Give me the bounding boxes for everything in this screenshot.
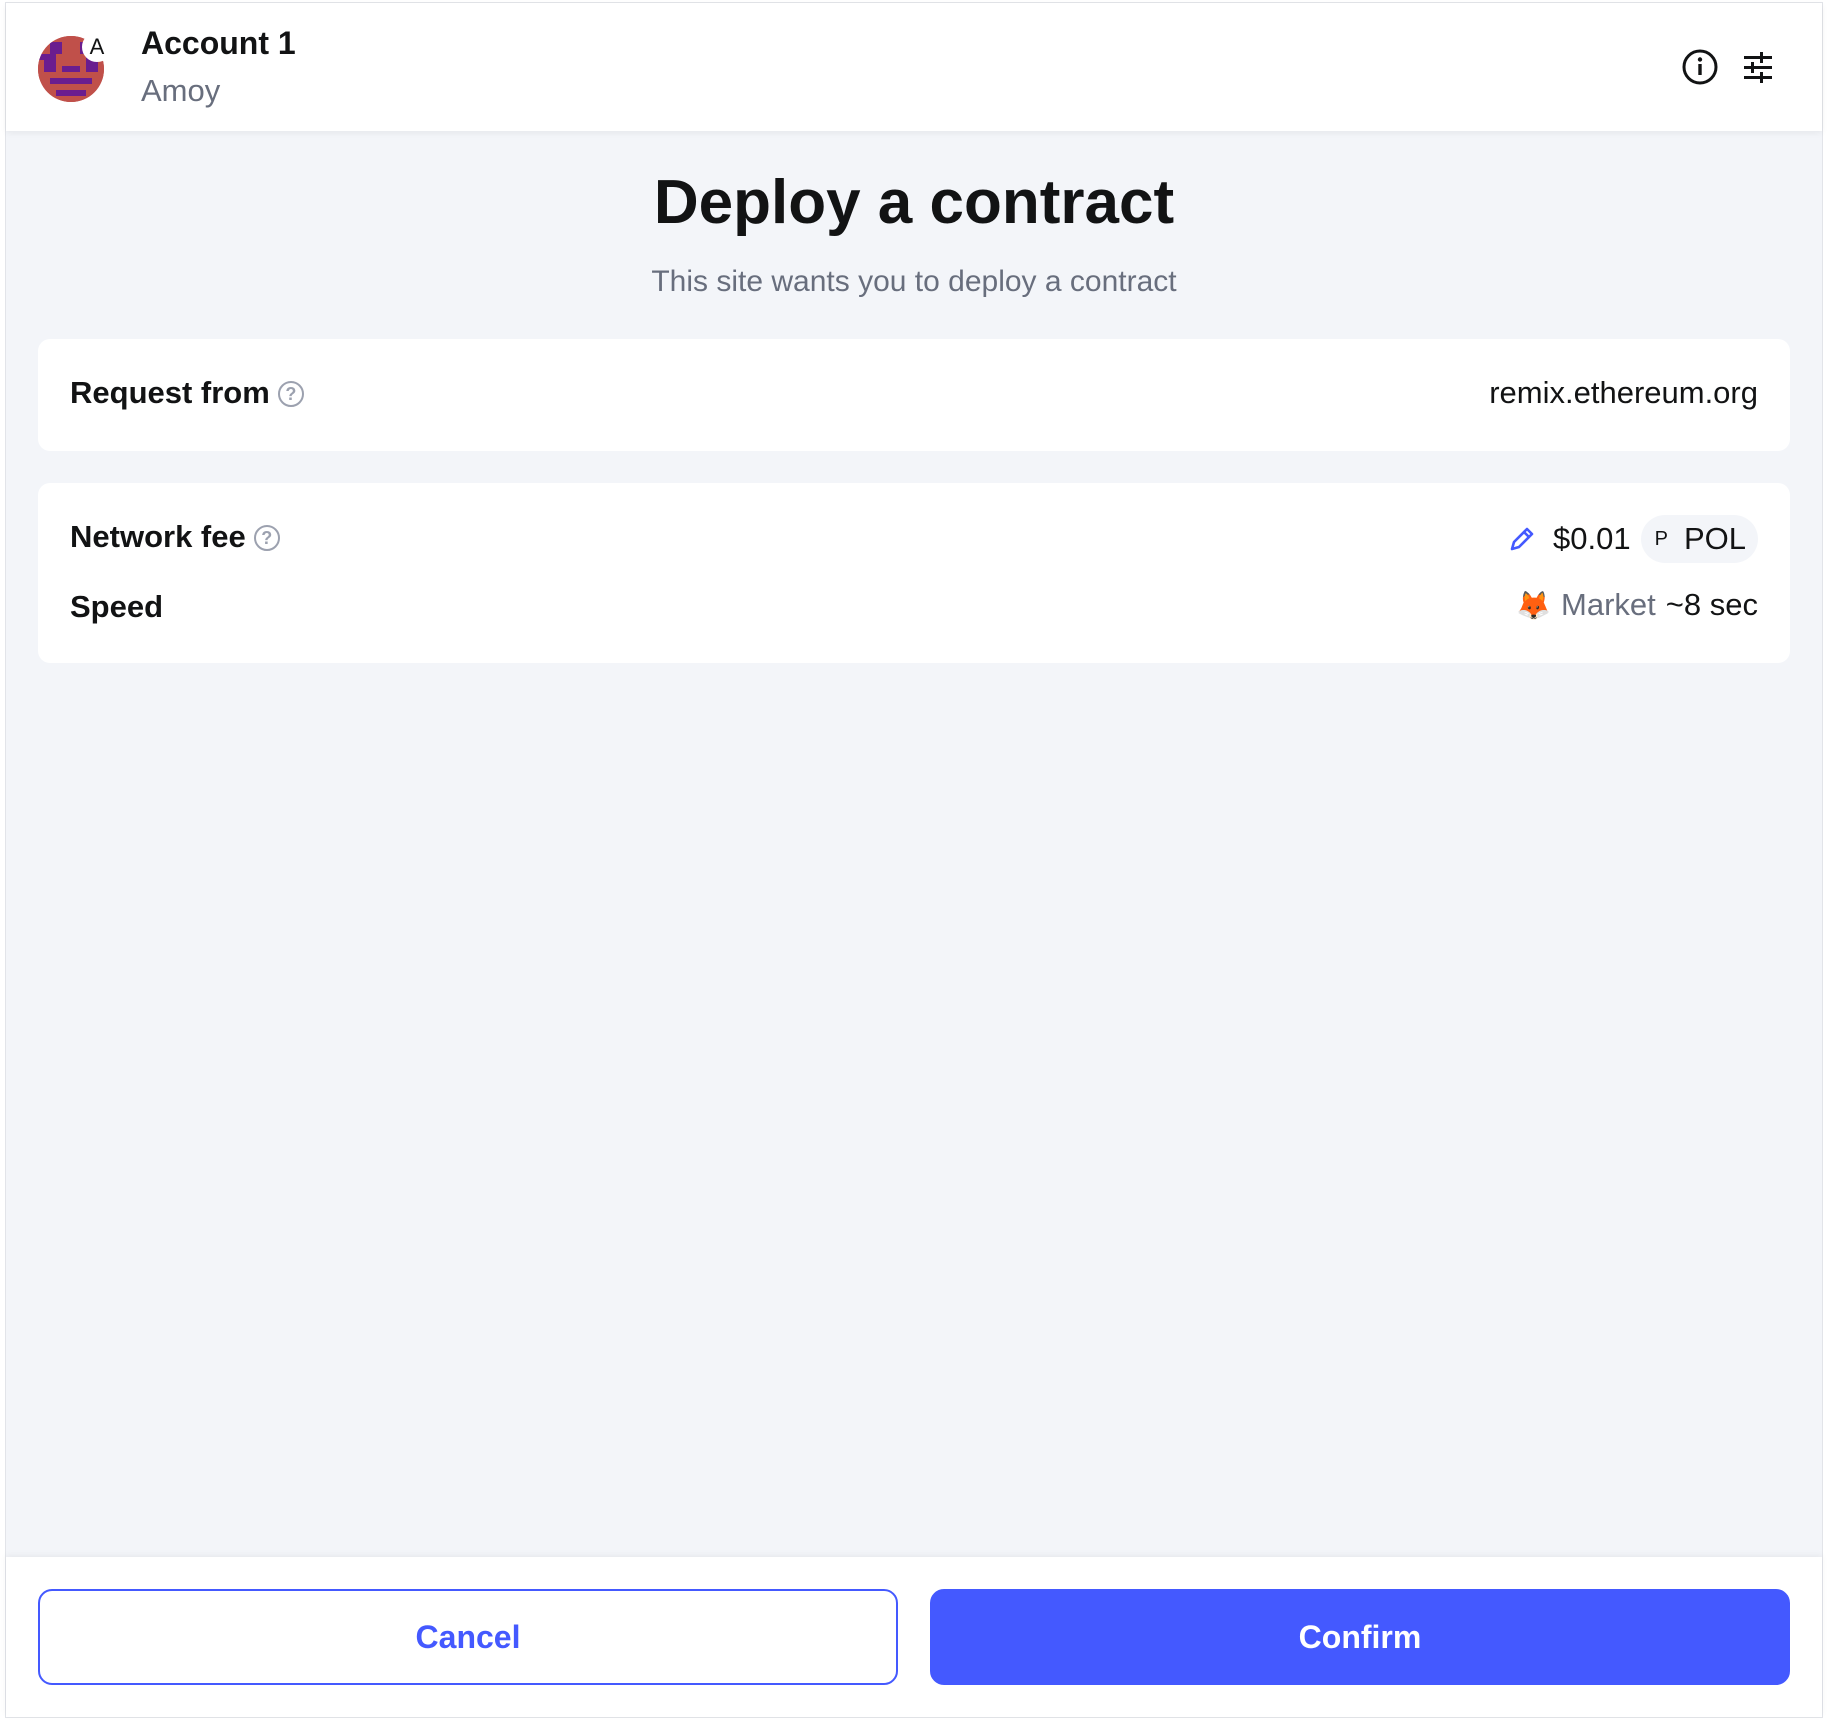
confirm-button[interactable]: Confirm	[930, 1589, 1790, 1685]
account-avatar[interactable]: A	[38, 32, 112, 102]
speed-label: Speed	[70, 589, 164, 624]
network-fee-label: Network fee	[70, 519, 246, 554]
fox-icon: 🦊	[1516, 589, 1552, 621]
confirmation-window: A Account 1 Amoy Deploy a contract This …	[5, 2, 1823, 1718]
token-name: POL	[1683, 521, 1746, 556]
network-fee-label-row: Network fee?	[70, 519, 280, 555]
info-icon[interactable]	[1680, 47, 1720, 87]
footer: Cancel Confirm	[6, 1557, 1822, 1717]
network-name: Amoy	[141, 73, 221, 108]
pencil-icon[interactable]	[1507, 524, 1537, 554]
fee-card: Network fee? $0.01 P POL Speed 🦊 Market …	[38, 483, 1790, 663]
token-pill: P POL	[1640, 515, 1758, 563]
speed-time: ~8 sec	[1665, 587, 1758, 622]
sliders-icon[interactable]	[1738, 47, 1778, 87]
help-icon[interactable]: ?	[253, 525, 280, 551]
cancel-button[interactable]: Cancel	[38, 1589, 898, 1685]
speed-mode: Market	[1561, 587, 1656, 622]
network-fee-value: $0.01 P POL	[1507, 515, 1758, 563]
token-icon: P	[1654, 527, 1668, 550]
request-from-label-row: Request from?	[70, 375, 304, 411]
request-from-label: Request from	[70, 375, 270, 410]
network-badge: A	[82, 32, 112, 62]
header: A Account 1 Amoy	[6, 3, 1822, 131]
page-title: Deploy a contract	[653, 168, 1175, 237]
help-icon[interactable]: ?	[277, 381, 304, 407]
fee-amount: $0.01	[1553, 521, 1631, 556]
speed-value: 🦊 Market ~8 sec	[1516, 587, 1758, 623]
request-card: Request from? remix.ethereum.org	[38, 339, 1790, 451]
page-subtitle: This site wants you to deploy a contract	[651, 265, 1177, 298]
account-name[interactable]: Account 1	[141, 25, 296, 62]
request-origin: remix.ethereum.org	[1489, 375, 1758, 410]
